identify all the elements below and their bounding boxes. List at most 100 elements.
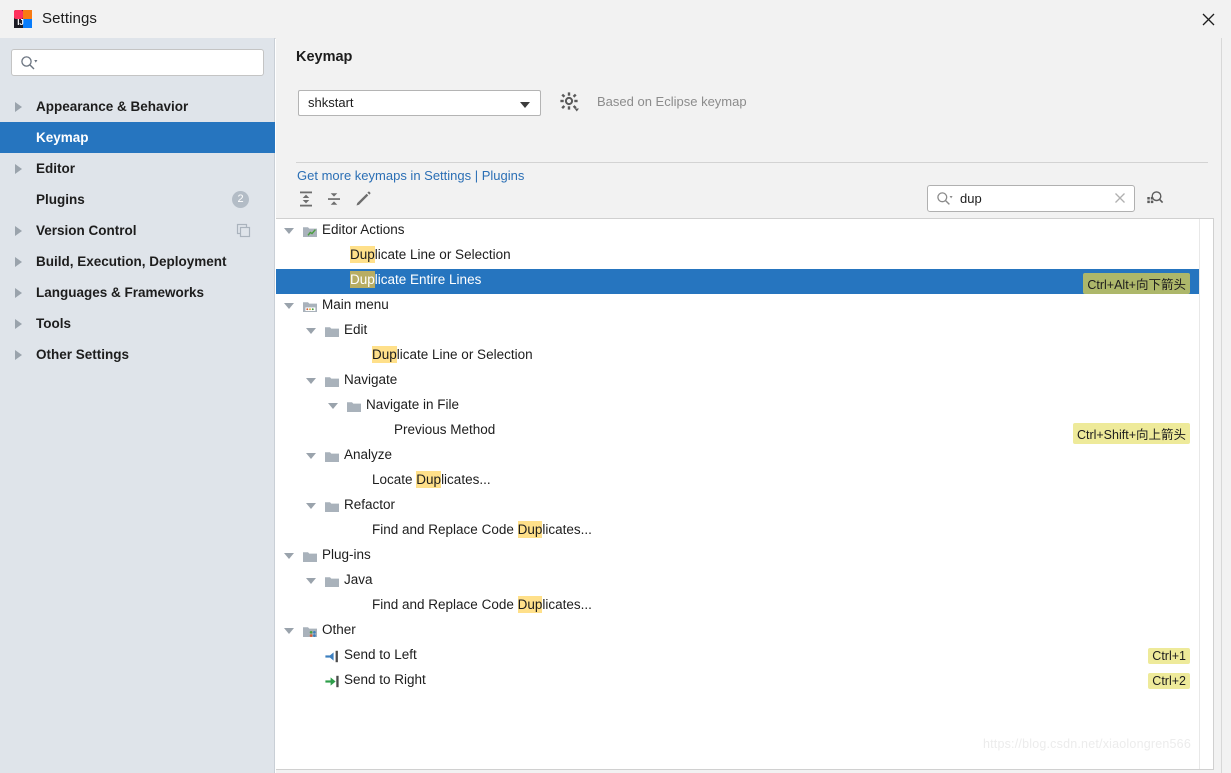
sidebar-search-input[interactable] bbox=[42, 53, 252, 72]
sidebar-item-editor[interactable]: Editor bbox=[0, 153, 275, 184]
chevron-right-icon[interactable] bbox=[15, 257, 22, 267]
find-by-shortcut-icon bbox=[1145, 191, 1165, 211]
tree-row[interactable]: Java bbox=[276, 569, 1212, 594]
tree-row[interactable]: Other bbox=[276, 619, 1212, 644]
sidebar-item-label: Appearance & Behavior bbox=[36, 99, 189, 114]
chevron-right-icon[interactable] bbox=[15, 226, 22, 236]
chevron-right-icon[interactable] bbox=[15, 288, 22, 298]
sidebar-item-version-control[interactable]: Version Control bbox=[0, 215, 275, 246]
intellij-idea-logo-icon: IJ bbox=[13, 9, 33, 29]
tree-row[interactable]: Locate Duplicates... bbox=[276, 469, 1212, 494]
tree-row-label: Send to Left bbox=[344, 647, 417, 662]
page-title: Keymap bbox=[296, 49, 353, 65]
tree-row-label: Previous Method bbox=[394, 422, 496, 437]
chevron-down-icon[interactable] bbox=[306, 503, 316, 509]
folder-icon bbox=[324, 374, 340, 389]
sidebar-item-languages-frameworks[interactable]: Languages & Frameworks bbox=[0, 277, 275, 308]
tree-row[interactable]: Navigate bbox=[276, 369, 1212, 394]
folder-icon bbox=[324, 574, 340, 589]
search-match-highlight: Dup bbox=[517, 596, 543, 613]
tree-row[interactable]: Editor Actions bbox=[276, 219, 1212, 244]
tree-row[interactable]: Find and Replace Code Duplicates... bbox=[276, 519, 1212, 544]
tree-row[interactable]: Send to Right Ctrl+2 bbox=[276, 669, 1212, 694]
tree-row[interactable]: Edit bbox=[276, 319, 1212, 344]
sidebar-item-appearance-behavior[interactable]: Appearance & Behavior bbox=[0, 91, 275, 122]
tree-row[interactable]: Refactor bbox=[276, 494, 1212, 519]
shortcut-badge: Ctrl+Shift+向上箭头 bbox=[1072, 423, 1190, 444]
chevron-right-icon[interactable] bbox=[15, 350, 22, 360]
tree-row[interactable]: Find and Replace Code Duplicates... bbox=[276, 594, 1212, 619]
tree-row[interactable]: Previous Method Ctrl+Shift+向上箭头 bbox=[276, 419, 1212, 444]
sidebar-item-keymap[interactable]: Keymap bbox=[0, 122, 275, 153]
chevron-down-icon[interactable] bbox=[306, 378, 316, 384]
collapse-all-button[interactable] bbox=[322, 188, 346, 212]
search-match-highlight: Dup bbox=[350, 246, 375, 263]
editor-actions-icon bbox=[302, 224, 318, 239]
expand-all-button[interactable] bbox=[294, 188, 318, 212]
search-match-highlight: Dup bbox=[350, 271, 375, 288]
tree-row-label: Find and Replace Code Duplicates... bbox=[372, 521, 592, 538]
sidebar-item-label: Editor bbox=[36, 161, 75, 176]
sidebar-item-label: Build, Execution, Deployment bbox=[36, 254, 227, 269]
tree-row-label: Duplicate Line or Selection bbox=[372, 346, 533, 363]
tree-row[interactable]: Plug-ins bbox=[276, 544, 1212, 569]
folder-icon bbox=[324, 449, 340, 464]
tree-row[interactable]: Navigate in File bbox=[276, 394, 1212, 419]
window-title: Settings bbox=[42, 10, 97, 27]
tree-row-label: Other bbox=[322, 622, 356, 637]
chevron-down-icon[interactable] bbox=[284, 628, 294, 634]
gear-icon bbox=[559, 92, 581, 116]
keymap-search-box[interactable] bbox=[927, 185, 1135, 212]
keymap-select-dropdown[interactable]: shkstart bbox=[298, 90, 541, 116]
folder-icon bbox=[302, 549, 318, 564]
tree-row[interactable]: Duplicate Entire Lines Ctrl+Alt+向下箭头 bbox=[276, 269, 1212, 294]
chevron-right-icon[interactable] bbox=[15, 164, 22, 174]
sidebar-item-label: Keymap bbox=[36, 130, 89, 145]
keymap-settings-gear-button[interactable] bbox=[559, 91, 581, 113]
chevron-down-icon[interactable] bbox=[284, 228, 294, 234]
sidebar-item-other-settings[interactable]: Other Settings bbox=[0, 339, 275, 370]
sidebar-item-tools[interactable]: Tools bbox=[0, 308, 275, 339]
tree-rows: Editor Actions Duplicate Line or Selectio… bbox=[276, 219, 1212, 694]
sidebar-item-label: Plugins bbox=[36, 192, 85, 207]
chevron-down-icon[interactable] bbox=[328, 403, 338, 409]
chevron-down-icon[interactable] bbox=[520, 102, 530, 108]
sidebar-item-build-execution-deployment[interactable]: Build, Execution, Deployment bbox=[0, 246, 275, 277]
sidebar-item-label: Tools bbox=[36, 316, 71, 331]
chevron-down-icon[interactable] bbox=[306, 328, 316, 334]
keymap-search-input[interactable] bbox=[960, 189, 1095, 208]
tree-row[interactable]: Analyze bbox=[276, 444, 1212, 469]
tree-row[interactable]: Send to Left Ctrl+1 bbox=[276, 644, 1212, 669]
tree-vertical-scrollbar[interactable] bbox=[1199, 219, 1213, 769]
clear-search-button[interactable] bbox=[1113, 191, 1127, 205]
chevron-right-icon[interactable] bbox=[15, 102, 22, 112]
tree-row-label: Locate Duplicates... bbox=[372, 471, 491, 488]
tree-row[interactable]: Duplicate Line or Selection bbox=[276, 244, 1212, 269]
chevron-right-icon[interactable] bbox=[15, 319, 22, 329]
keymap-settings-panel: Keymap shkstart Based on Eclipse keymap … bbox=[276, 38, 1231, 773]
sidebar-item-plugins[interactable]: Plugins 2 bbox=[0, 184, 275, 215]
tree-row[interactable]: Duplicate Line or Selection bbox=[276, 344, 1212, 369]
close-window-button[interactable] bbox=[1185, 0, 1231, 38]
search-icon bbox=[936, 191, 954, 207]
keymap-actions-tree[interactable]: Editor Actions Duplicate Line or Selectio… bbox=[276, 218, 1214, 770]
chevron-down-icon[interactable] bbox=[284, 303, 294, 309]
window-title-bar: IJ Settings bbox=[0, 0, 1231, 39]
tree-row[interactable]: Main menu bbox=[276, 294, 1212, 319]
edit-shortcut-button[interactable] bbox=[351, 188, 375, 212]
chevron-down-icon[interactable] bbox=[306, 453, 316, 459]
sidebar-search-box[interactable] bbox=[11, 49, 264, 76]
tree-row-label: Navigate in File bbox=[366, 397, 460, 412]
chevron-down-icon[interactable] bbox=[284, 553, 294, 559]
section-divider bbox=[296, 162, 1208, 163]
folder-icon bbox=[324, 324, 340, 339]
chevron-down-icon[interactable] bbox=[306, 578, 316, 584]
find-by-shortcut-button[interactable] bbox=[1145, 188, 1167, 210]
send-right-icon bbox=[324, 674, 340, 689]
shortcut-badge: Ctrl+1 bbox=[1148, 648, 1190, 664]
based-on-keymap-label: Based on Eclipse keymap bbox=[597, 94, 747, 109]
search-match-highlight: Dup bbox=[416, 471, 442, 488]
main-menu-icon bbox=[302, 299, 318, 314]
tree-row-label: Analyze bbox=[344, 447, 393, 462]
tree-row-label: Edit bbox=[344, 322, 368, 337]
